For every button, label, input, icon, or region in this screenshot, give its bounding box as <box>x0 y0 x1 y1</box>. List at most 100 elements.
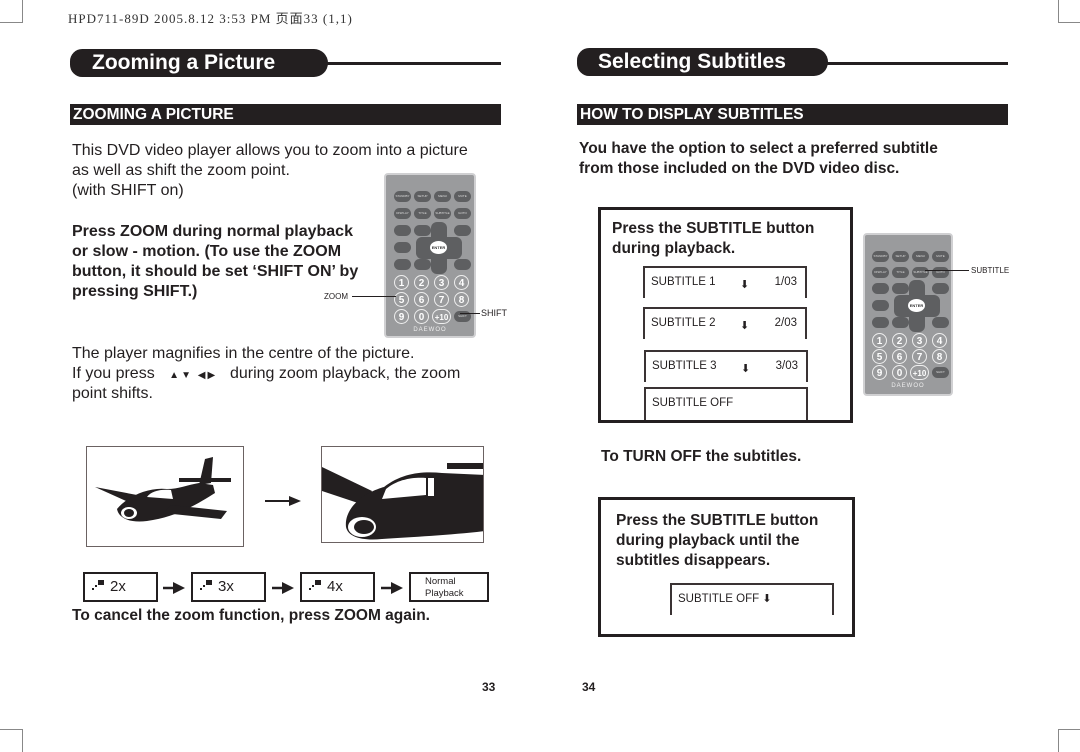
airplane-image-normal <box>86 446 244 547</box>
remote-num-plus10: +10 <box>910 365 929 380</box>
remote-btn-shift: SHIFT <box>932 367 949 378</box>
remote-num-3: 3 <box>912 333 927 348</box>
page-number-right: 34 <box>582 680 596 694</box>
remote-num-5: 5 <box>872 349 887 364</box>
remote-btn-forward <box>414 225 431 236</box>
remote-num-2: 2 <box>892 333 907 348</box>
osd-subtitle-value: 3/03 <box>775 360 798 372</box>
airplane-icon <box>95 457 231 522</box>
section-heading-subtitles: HOW TO DISPLAY SUBTITLES <box>577 104 1008 125</box>
up-arrow-icon: ▲ <box>169 370 182 381</box>
osd-subtitle-label: SUBTITLE OFF ⬇ <box>678 592 772 605</box>
remote-btn-goto: GOTO <box>454 208 471 219</box>
box2-line-3: subtitles disappears. <box>616 552 771 569</box>
osd-subtitle-off-final: SUBTITLE OFF ⬇ <box>670 583 834 615</box>
title-rule <box>326 62 501 65</box>
down-arrow-icon: ⬇ <box>740 279 750 291</box>
normal-playback-line-1: Normal <box>425 576 456 587</box>
callout-shift-line <box>460 313 480 314</box>
crop-mark-bottom-right <box>1058 729 1080 752</box>
step-arrow-icon <box>381 582 403 594</box>
osd-subtitle-2: SUBTITLE 2 ⬇ 2/03 <box>643 307 807 339</box>
callout-subtitle-line <box>925 270 969 271</box>
remote-btn-next <box>414 259 431 270</box>
zoom-step-label: 2x <box>110 578 126 595</box>
remote-btn-mute: MUTE <box>454 191 471 202</box>
page-number-left: 33 <box>482 680 496 694</box>
zoom-step-label: 4x <box>327 578 343 595</box>
box1-line-2: during playback. <box>612 240 736 257</box>
remote-btn-standby: STANDBY <box>394 191 411 202</box>
remote-num-1: 1 <box>872 333 887 348</box>
remote-num-plus10: +10 <box>432 309 451 324</box>
box2-line-1: Press the SUBTITLE button <box>616 512 819 529</box>
remote-num-1: 1 <box>394 275 409 290</box>
down-arrow-icon: ⬇ <box>740 320 750 332</box>
subtitle-intro-line-2: from those included on the DVD video dis… <box>579 160 900 177</box>
remote-btn-rewind <box>872 283 889 294</box>
osd-subtitle-label: SUBTITLE 1 <box>651 276 716 288</box>
right-arrow-icon: ▶ <box>207 370 218 381</box>
instruction-box-turn-off: Press the SUBTITLE button during playbac… <box>598 497 855 637</box>
zoom-level-icon <box>200 580 212 590</box>
crop-mark-bottom-left <box>0 729 23 752</box>
airplane-zoomed-icon <box>322 463 483 540</box>
intro-line-3: (with SHIFT on) <box>72 182 184 199</box>
box2-line-2: during playback until the <box>616 532 800 549</box>
intro-line-2: as well as shift the zoom point. <box>72 162 290 179</box>
remote-num-5: 5 <box>394 292 409 307</box>
step-arrow-icon <box>163 582 185 594</box>
remote-btn-rewind <box>394 225 411 236</box>
remote-num-0: 0 <box>414 309 429 324</box>
page-title-zooming: Zooming a Picture <box>70 49 328 77</box>
down-arrow-icon: ⬇ <box>762 593 772 605</box>
instruction-box-display: Press the SUBTITLE button during playbac… <box>598 207 853 423</box>
remote-num-9: 9 <box>394 309 409 324</box>
zoom-level-icon <box>309 580 321 590</box>
zoom-level-icon <box>92 580 104 590</box>
remote-btn-step <box>394 242 411 253</box>
osd-subtitle-label: SUBTITLE OFF <box>652 397 734 409</box>
remote-num-7: 7 <box>912 349 927 364</box>
title-rule <box>826 62 1008 65</box>
osd-subtitle-3: SUBTITLE 3 ⬇ 3/03 <box>644 350 808 382</box>
print-header-meta: HPD711-89D 2005.8.12 3:53 PM 页面33 (1,1) <box>68 11 353 26</box>
osd-subtitle-1: SUBTITLE 1 ⬇ 1/03 <box>643 266 807 298</box>
remote-brand-logo: DAEWOO <box>413 327 447 333</box>
remote-btn-title: TITLE <box>892 267 909 278</box>
zoom-step-2x: 2x <box>83 572 158 602</box>
instruction-line-3: button, it should be set ‘SHIFT ON’ by <box>72 263 359 280</box>
page-title-subtitles: Selecting Subtitles <box>577 48 828 76</box>
osd-subtitle-label: SUBTITLE 2 <box>651 317 716 329</box>
callout-zoom-line <box>352 296 396 297</box>
turn-off-heading: To TURN OFF the subtitles. <box>601 448 802 465</box>
remote-btn-title: TITLE <box>414 208 431 219</box>
instruction-line-2: or slow - motion. (To use the ZOOM <box>72 243 342 260</box>
normal-playback-box: Normal Playback <box>409 572 489 602</box>
zoom-step-4x: 4x <box>300 572 375 602</box>
osd-off-text: SUBTITLE OFF <box>678 593 760 605</box>
remote-btn-step <box>872 300 889 311</box>
arrow-keys-icons: ▲▼ ◀▶ <box>169 370 222 381</box>
callout-shift-label: SHIFT <box>481 308 507 318</box>
remote-btn-next <box>892 317 909 328</box>
down-arrow-icon: ▼ <box>181 370 193 381</box>
remote-btn-enter: ENTER <box>430 241 447 254</box>
remote-btn-setup: SETUP <box>892 251 909 262</box>
remote-btn-display: DISPLAY <box>872 267 889 278</box>
remote-btn-play <box>932 283 949 294</box>
remote-btn-stop <box>454 259 471 270</box>
remote-btn-standby: STANDBY <box>872 251 889 262</box>
left-arrow-icon: ◀ <box>197 370 208 381</box>
box1-line-1: Press the SUBTITLE button <box>612 220 815 237</box>
cancel-zoom-text: To cancel the zoom function, press ZOOM … <box>72 607 430 624</box>
press-prefix: If you press <box>72 365 155 382</box>
remote-btn-mute: MUTE <box>932 251 949 262</box>
remote-btn-goto: GOTO <box>932 267 949 278</box>
remote-btn-display: DISPLAY <box>394 208 411 219</box>
press-line-3: point shifts. <box>72 385 153 402</box>
instruction-line-1: Press ZOOM during normal playback <box>72 223 353 240</box>
magnify-line: The player magnifies in the centre of th… <box>72 345 415 362</box>
remote-btn-subtitle: SUBTITLE <box>434 208 451 219</box>
remote-num-8: 8 <box>454 292 469 307</box>
